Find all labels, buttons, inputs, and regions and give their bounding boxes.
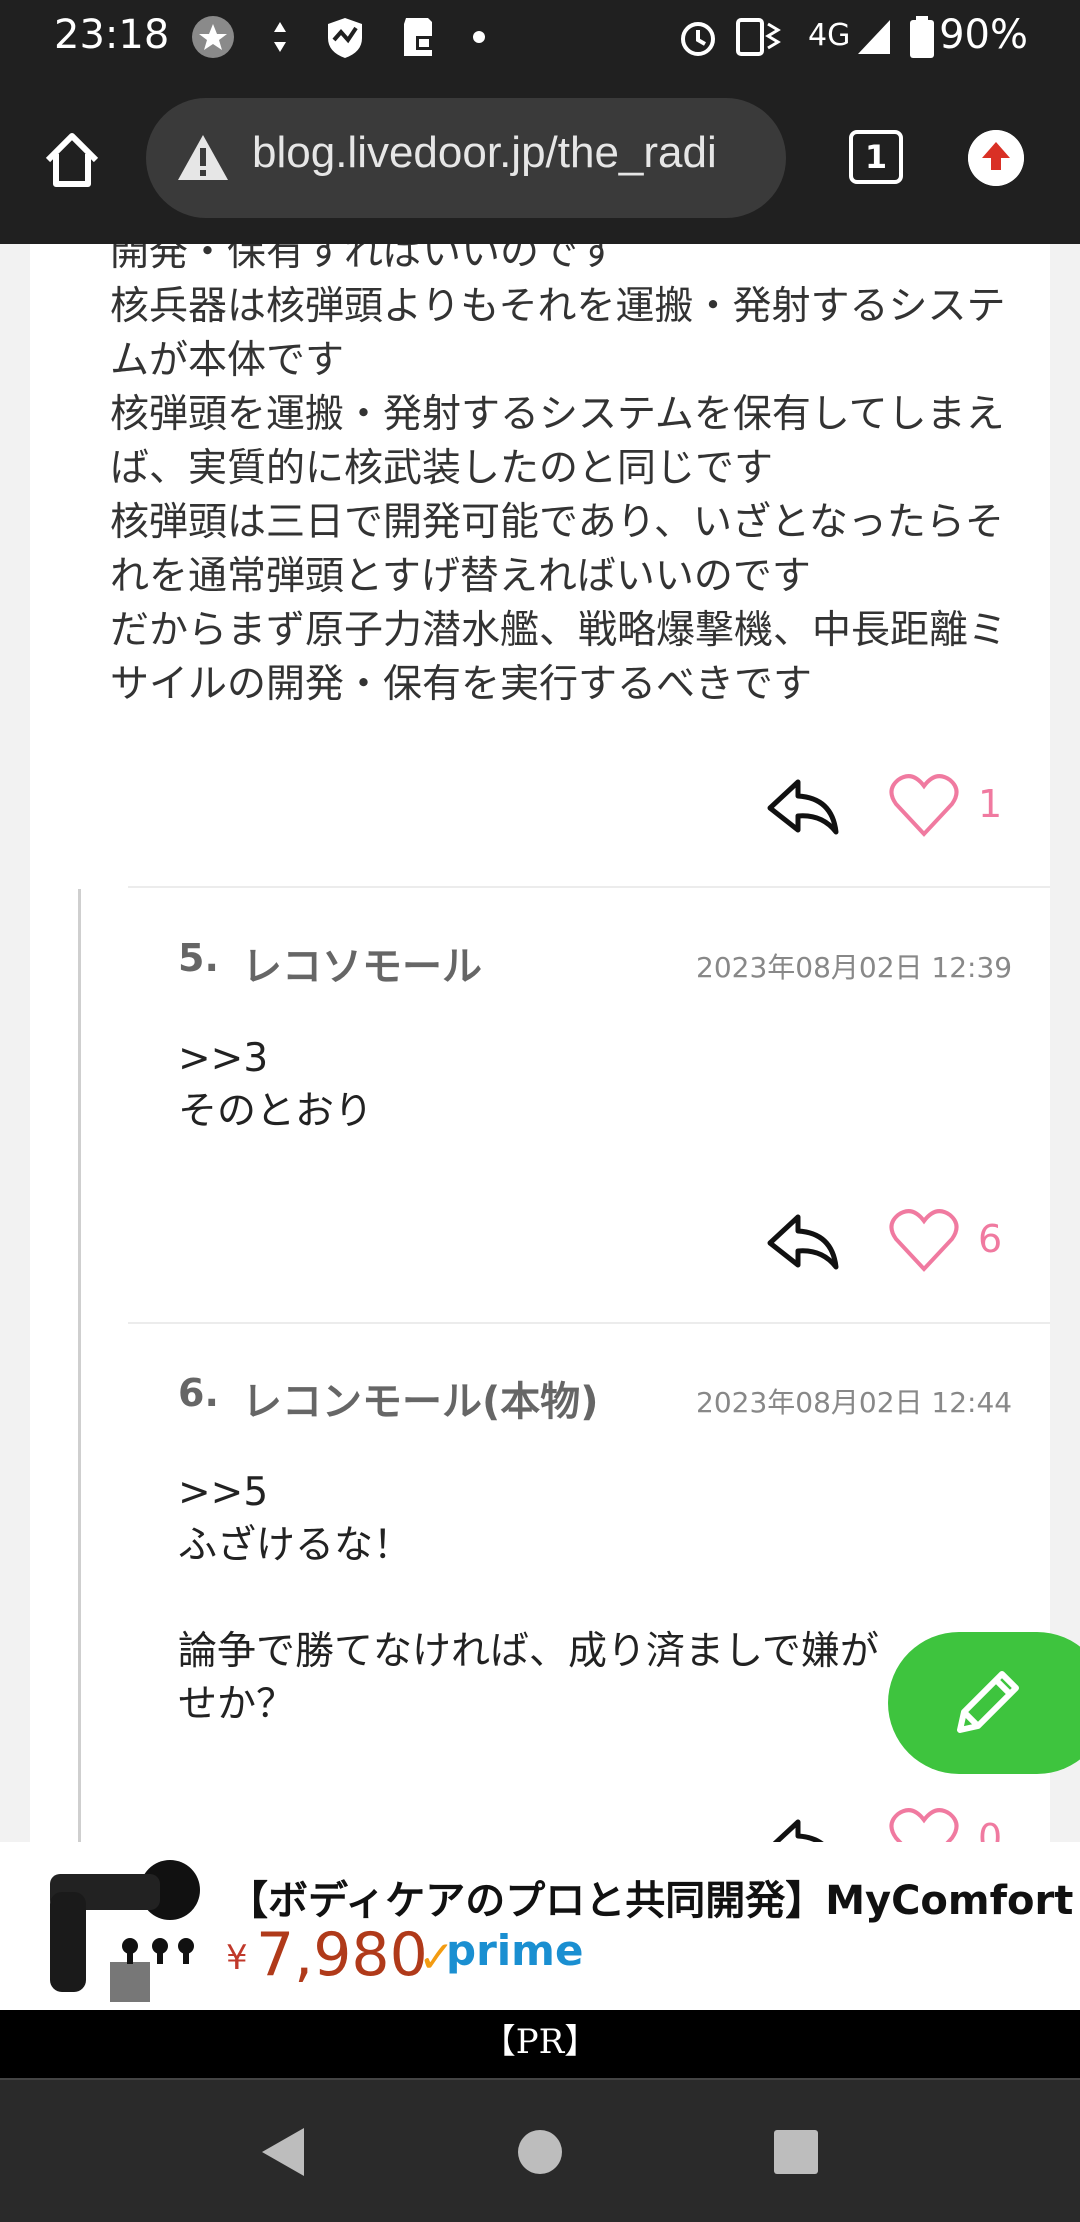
heart-icon[interactable] — [888, 1207, 960, 1273]
divider — [128, 1322, 1050, 1324]
comment-date: 2023年08月02日 12:39 — [696, 951, 1013, 984]
shield-app-icon — [328, 18, 362, 58]
tab-switcher-button[interactable]: 1 — [849, 130, 903, 184]
dot-icon — [473, 31, 485, 43]
heart-icon[interactable] — [888, 772, 960, 838]
like-count: 1 — [978, 782, 1003, 826]
system-nav-bar — [0, 2078, 1080, 2222]
comment-card: 開発・保有すればいいのです 核兵器は核弾頭よりもそれを運搬・発射するシステムが本… — [30, 244, 1050, 1842]
sd-card-lock-icon — [404, 18, 432, 56]
reply-icon[interactable] — [766, 1814, 842, 1842]
home-icon[interactable] — [40, 128, 104, 192]
write-comment-button[interactable] — [888, 1632, 1080, 1774]
browser-toolbar: blog.livedoor.jp/the_radi 1 — [0, 74, 1080, 244]
url-text[interactable]: blog.livedoor.jp/the_radi — [252, 128, 717, 178]
reply-icon[interactable] — [766, 1209, 842, 1273]
battery-percent: 90% — [939, 12, 1028, 58]
like-count: 0 — [978, 1816, 1003, 1842]
update-icon[interactable] — [968, 130, 1024, 186]
address-bar[interactable]: blog.livedoor.jp/the_radi — [146, 98, 786, 218]
divider — [128, 886, 1050, 888]
ad-currency: ¥ — [226, 1938, 248, 1978]
signal-icon — [858, 20, 890, 54]
status-bar: 23:18 4G 90% — [0, 0, 1080, 74]
status-time: 23:18 — [54, 12, 170, 58]
reply-icon[interactable] — [766, 774, 842, 838]
ad-banner[interactable]: 【ボディケアのプロと共同開発】MyComfort ¥ 7,980 ✓ prime — [0, 1842, 1080, 2010]
comment-number: 5. — [178, 936, 219, 980]
back-icon[interactable] — [258, 2124, 308, 2180]
pr-label: 【PR】 — [0, 2010, 1080, 2078]
thread-line — [78, 889, 81, 1842]
network-type: 4G — [808, 18, 851, 53]
comment-date: 2023年08月02日 12:44 — [696, 1386, 1013, 1419]
recents-icon[interactable] — [770, 2124, 820, 2180]
heart-icon[interactable] — [888, 1806, 960, 1842]
data-transfer-icon — [274, 22, 286, 52]
post-body: 開発・保有すればいいのです 核兵器は核弾頭よりもそれを運搬・発射するシステムが本… — [110, 244, 1008, 707]
comments-area[interactable]: 開発・保有すればいいのです 核兵器は核弾頭よりもそれを運搬・発射するシステムが本… — [0, 244, 1080, 1842]
warning-icon[interactable] — [176, 132, 230, 184]
alarm-icon — [681, 22, 715, 56]
home-nav-icon[interactable] — [514, 2124, 566, 2180]
like-count: 6 — [978, 1217, 1003, 1261]
comment-number: 6. — [178, 1371, 219, 1415]
ad-title[interactable]: 【ボディケアのプロと共同開発】MyComfort — [228, 1868, 1073, 1926]
comment-body: >>3 そのとおり — [178, 1036, 374, 1134]
vibrate-icon — [736, 18, 781, 56]
comment-author[interactable]: レコソモール — [242, 934, 482, 992]
prime-label: prime — [446, 1926, 584, 1975]
battery-icon — [910, 16, 934, 58]
ad-price: 7,980 — [256, 1920, 428, 1990]
star-badge-icon — [192, 16, 234, 58]
comment-author[interactable]: レコンモール(本物) — [242, 1369, 599, 1427]
massage-gun-image[interactable] — [10, 1852, 200, 2002]
pencil-icon — [957, 1671, 1019, 1733]
